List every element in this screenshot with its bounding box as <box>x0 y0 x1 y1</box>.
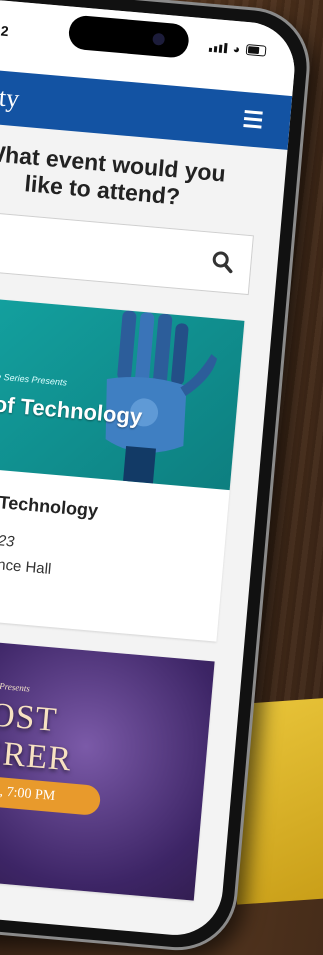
dynamic-island <box>67 14 191 59</box>
signal-icon <box>208 41 228 53</box>
page-prompt: What event would you like to attend? <box>0 139 227 210</box>
robot-hand-image <box>105 310 218 484</box>
event-banner: of the Arts Presents E LOST RCERER 23, 7… <box>0 635 215 901</box>
search-box[interactable] <box>0 208 254 296</box>
event-title[interactable]: ture of Technology <box>0 487 99 522</box>
event-card[interactable]: ment Lecture Series Presents ture of Tec… <box>0 294 245 642</box>
event-banner-subtitle: ment Lecture Series Presents <box>0 367 68 388</box>
hamburger-menu-icon[interactable] <box>243 110 263 132</box>
battery-icon <box>245 43 267 57</box>
event-banner-title-line: E LOST <box>0 692 59 739</box>
event-card[interactable]: of the Arts Presents E LOST RCERER 23, 7… <box>0 635 215 901</box>
event-banner-date: 23, 7:00 PM <box>0 772 102 817</box>
event-venue: y Conference Hall <box>0 551 53 578</box>
event-banner-subtitle: of the Arts Presents <box>0 677 31 694</box>
search-input[interactable] <box>0 226 216 269</box>
camera-icon <box>152 32 166 46</box>
status-icons: ◕ <box>208 41 267 57</box>
event-banner-title: E LOST RCERER <box>0 692 77 780</box>
event-banner: ment Lecture Series Presents ture of Tec… <box>0 294 245 491</box>
search-icon[interactable] <box>210 249 236 275</box>
status-time: 2 <box>0 22 10 40</box>
event-date: 3 - 5/7/2023 <box>0 527 16 551</box>
wifi-icon: ◕ <box>232 41 241 56</box>
site-logo[interactable]: rsity <box>0 80 20 114</box>
